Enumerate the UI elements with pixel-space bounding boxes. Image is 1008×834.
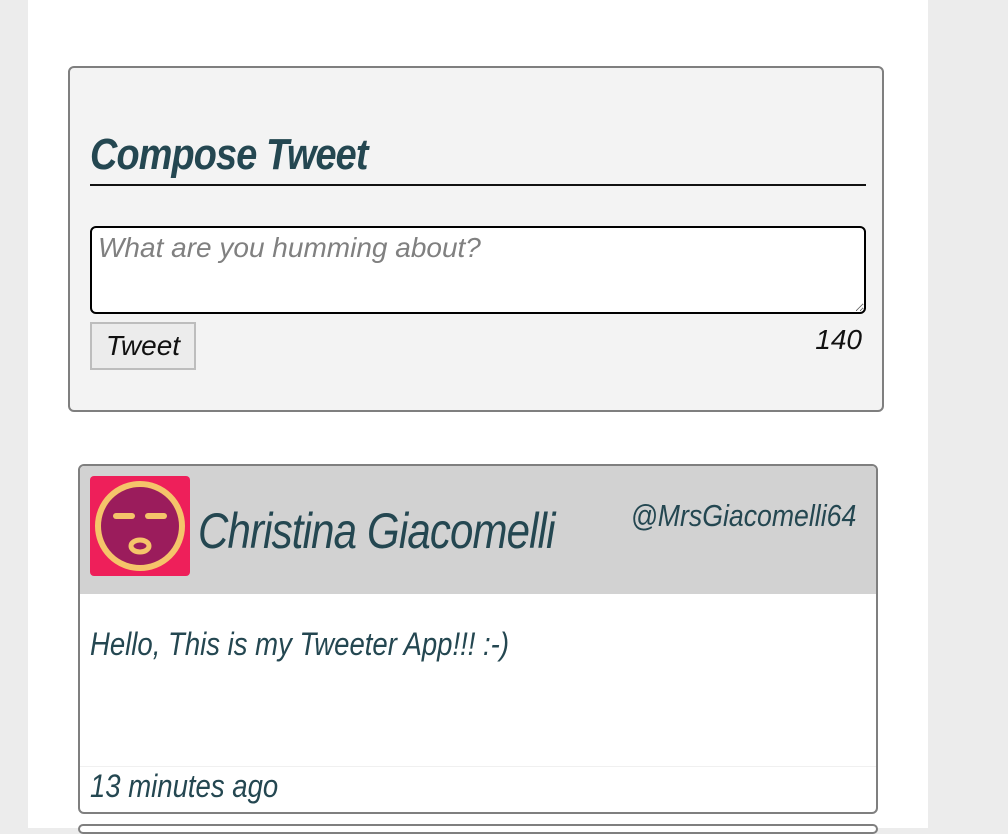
tweet-timestamp: 13 minutes ago [90,768,279,804]
tweet-card: Christina Giacomelli @MrsGiacomelli64 He… [78,464,878,814]
char-counter: 140 [815,324,862,355]
next-tweet-card [78,824,878,834]
tweet-content: Hello, This is my Tweeter App!!! :-) [90,626,510,662]
tweet-button[interactable]: Tweet [90,322,196,370]
sleepy-face-icon [95,481,185,571]
compose-tweet-panel: Compose Tweet Tweet 140 [68,66,884,412]
tweet-footer-divider [80,766,876,767]
tweet-header: Christina Giacomelli @MrsGiacomelli64 [80,466,876,594]
compose-title: Compose Tweet [90,130,368,179]
avatar [90,476,190,576]
title-divider [90,184,866,186]
main-container: Compose Tweet Tweet 140 Christina Giacom… [28,0,928,834]
user-name: Christina Giacomelli [198,503,555,559]
tweet-input[interactable] [90,226,866,314]
user-handle: @MrsGiacomelli64 [630,498,856,533]
